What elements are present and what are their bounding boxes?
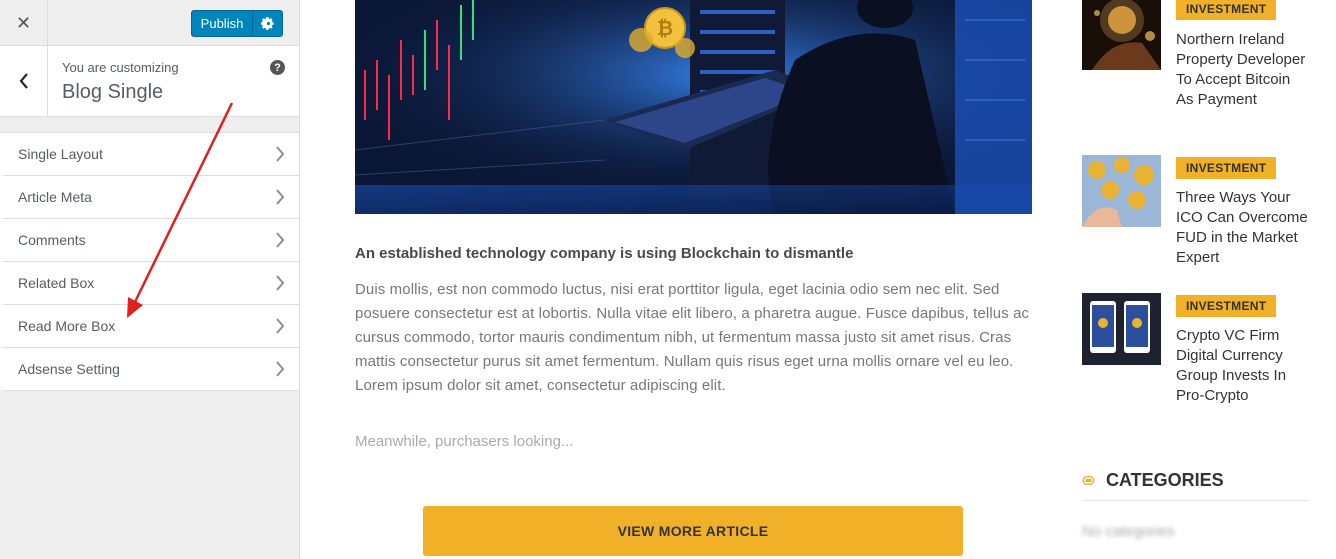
menu-item-label: Article Meta [18, 189, 92, 205]
chevron-right-icon [276, 146, 285, 162]
sidebar-post: INVESTMENT Northern Ireland Property Dev… [1082, 0, 1312, 130]
chevron-right-icon [276, 232, 285, 248]
post-title-link[interactable]: Northern Ireland Property Developer To A… [1176, 30, 1310, 110]
post-title-link[interactable]: Crypto VC Firm Digital Currency Group In… [1176, 326, 1310, 406]
close-customizer-button[interactable]: ✕ [0, 0, 48, 46]
article-excerpt-more: Meanwhile, purchasers looking... [355, 433, 574, 450]
chevron-left-icon [19, 73, 28, 89]
chevron-right-icon [276, 361, 285, 377]
categories-widget-header: CATEGORIES [1082, 468, 1308, 501]
customizer-header: ✕ Publish [0, 0, 299, 46]
customizer-menu: Single Layout Article Meta Comments Rela… [0, 132, 299, 391]
gear-icon [261, 17, 274, 30]
article-hero-image: ₿ [355, 0, 1032, 214]
menu-item-label: Adsense Setting [18, 361, 120, 377]
menu-item-article-meta[interactable]: Article Meta [0, 176, 299, 219]
categories-empty-text: No categories [1082, 523, 1175, 540]
crypto-phones-image [1082, 293, 1161, 365]
category-badge[interactable]: INVESTMENT [1176, 157, 1277, 179]
post-thumbnail[interactable] [1082, 293, 1161, 365]
bullet-icon [1083, 477, 1094, 484]
bitcoin-laptop-illustration: ₿ [355, 0, 1032, 214]
bitcoin-hand-image [1082, 0, 1161, 70]
menu-item-label: Read More Box [18, 318, 116, 334]
view-more-article-button[interactable]: VIEW MORE ARTICLE [423, 506, 963, 556]
menu-item-single-layout[interactable]: Single Layout [0, 133, 299, 176]
menu-item-adsense-setting[interactable]: Adsense Setting [0, 348, 299, 391]
back-button[interactable] [0, 46, 48, 116]
chevron-right-icon [276, 318, 285, 334]
svg-text:₿: ₿ [657, 16, 673, 40]
post-thumbnail[interactable] [1082, 0, 1161, 70]
sidebar-post: INVESTMENT Three Ways Your ICO Can Overc… [1082, 155, 1312, 275]
post-thumbnail[interactable] [1082, 155, 1161, 227]
publish-button[interactable]: Publish [191, 10, 253, 37]
customizer-sidebar: ✕ Publish You are customizing Blog Singl… [0, 0, 300, 559]
publish-settings-button[interactable] [252, 10, 283, 37]
article-heading: An established technology company is usi… [355, 245, 854, 262]
help-icon[interactable]: ? [270, 60, 285, 75]
bitcoin-coins-image [1082, 155, 1161, 227]
menu-item-label: Comments [18, 232, 86, 248]
customizing-label: You are customizing [62, 60, 179, 75]
section-title: Blog Single [62, 81, 164, 103]
post-title-link[interactable]: Three Ways Your ICO Can Overcome FUD in … [1176, 188, 1310, 268]
menu-item-label: Related Box [18, 275, 95, 291]
section-spacer [0, 117, 299, 132]
customizing-info: You are customizing Blog Single ? [0, 46, 299, 117]
publish-controls: Publish [191, 10, 283, 37]
categories-title: CATEGORIES [1106, 470, 1224, 490]
menu-item-comments[interactable]: Comments [0, 219, 299, 262]
menu-item-related-box[interactable]: Related Box [0, 262, 299, 305]
sidebar-post: INVESTMENT Crypto VC Firm Digital Curren… [1082, 293, 1312, 413]
menu-item-read-more-box[interactable]: Read More Box [0, 305, 299, 348]
chevron-right-icon [276, 189, 285, 205]
close-icon: ✕ [15, 12, 32, 34]
category-badge[interactable]: INVESTMENT [1176, 0, 1277, 20]
category-badge[interactable]: INVESTMENT [1176, 295, 1277, 317]
menu-item-label: Single Layout [18, 146, 103, 162]
article-body: Duis mollis, est non commodo luctus, nis… [355, 281, 1030, 394]
chevron-right-icon [276, 275, 285, 291]
